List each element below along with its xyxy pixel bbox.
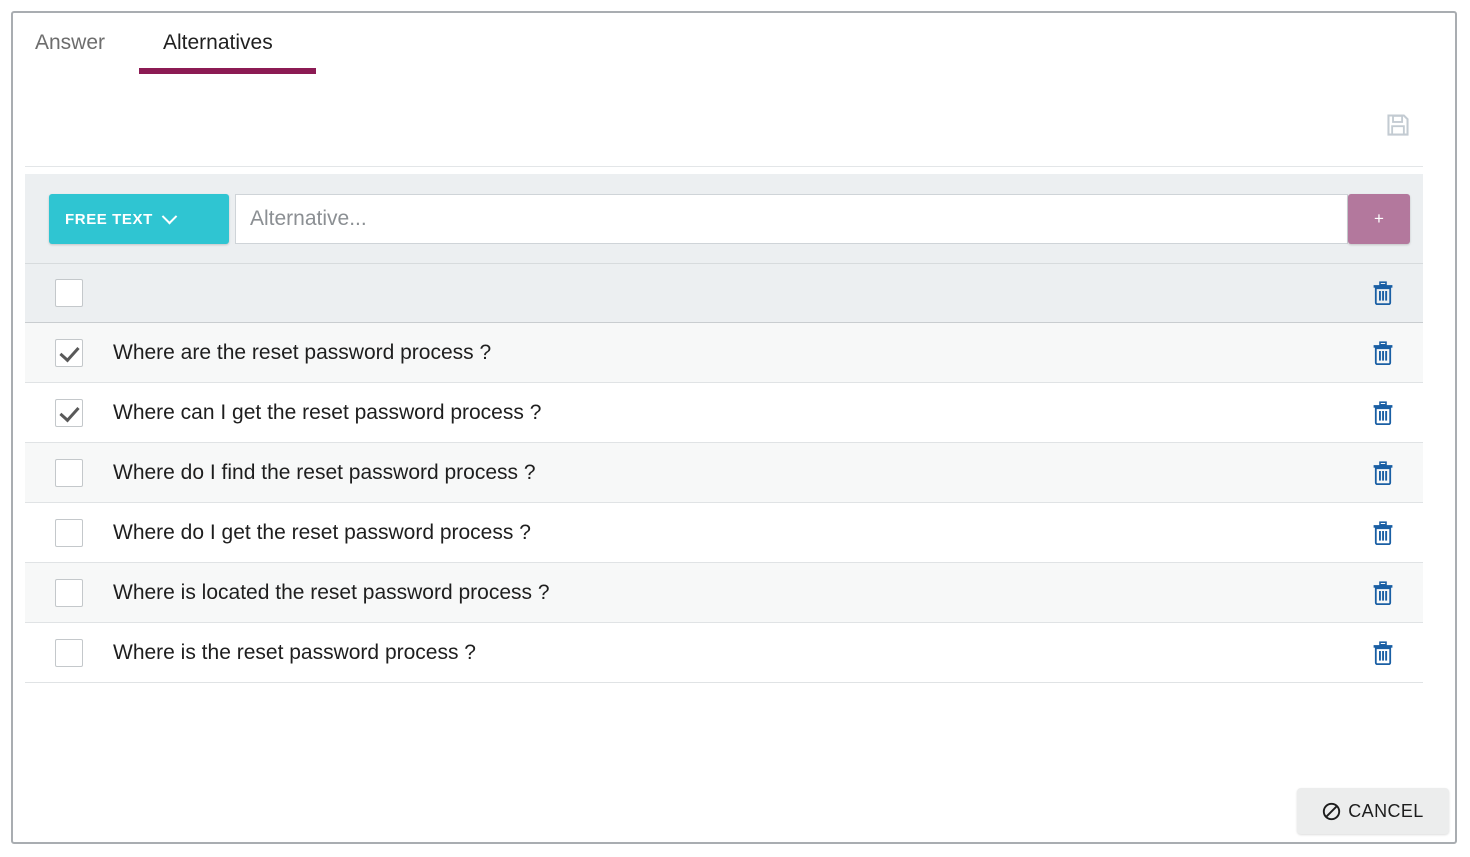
row-checkbox-cell <box>25 458 113 487</box>
trash-icon <box>1373 400 1393 425</box>
row-delete-cell <box>1343 460 1423 485</box>
table-row: Where is located the reset password proc… <box>25 563 1423 623</box>
row-checkbox[interactable] <box>55 338 83 367</box>
row-checkbox[interactable] <box>55 518 83 547</box>
cancel-button[interactable]: CANCEL <box>1297 788 1449 834</box>
delete-all-button[interactable] <box>1372 281 1394 306</box>
row-delete-cell <box>1343 400 1423 425</box>
trash-icon <box>1373 640 1393 665</box>
delete-row-button[interactable] <box>1372 400 1394 425</box>
alternative-text: Where do I find the reset password proce… <box>113 460 536 484</box>
trash-icon <box>1373 520 1393 545</box>
table-body: Where are the reset password process ? W… <box>25 323 1423 683</box>
row-delete-cell <box>1343 340 1423 365</box>
trash-icon <box>1373 460 1393 485</box>
row-checkbox-cell <box>25 638 113 667</box>
chevron-down-icon <box>161 208 178 224</box>
row-checkbox-cell <box>25 518 113 547</box>
delete-row-button[interactable] <box>1372 580 1394 605</box>
ban-icon <box>1323 802 1341 820</box>
alternative-input[interactable] <box>235 194 1348 244</box>
row-checkbox-cell <box>25 398 113 427</box>
row-delete-cell <box>1343 520 1423 545</box>
table-row: Where are the reset password process ? <box>25 323 1423 383</box>
delete-all-cell <box>1343 281 1423 306</box>
select-all-cell <box>25 279 113 307</box>
alternative-text: Where can I get the reset password proce… <box>113 400 542 424</box>
save-toolbar <box>25 85 1423 167</box>
tab-alternatives[interactable]: Alternatives <box>163 29 273 57</box>
active-tab-indicator <box>139 68 316 74</box>
tab-bar: Answer Alternatives <box>13 13 1455 85</box>
trash-icon <box>1373 580 1393 605</box>
cancel-label: CANCEL <box>1348 800 1424 821</box>
trash-icon <box>1373 340 1393 365</box>
table-header-row <box>25 263 1423 323</box>
delete-row-button[interactable] <box>1372 460 1394 485</box>
row-checkbox-cell <box>25 578 113 607</box>
alternative-text: Where is located the reset password proc… <box>113 580 550 604</box>
table-row: Where is the reset password process ? <box>25 623 1423 683</box>
alternative-text: Where is the reset password process ? <box>113 640 476 664</box>
add-alternative-toolbar: FREE TEXT + <box>25 174 1423 263</box>
select-all-checkbox[interactable] <box>55 279 83 307</box>
add-alternative-button[interactable]: + <box>1348 194 1410 244</box>
tab-answer[interactable]: Answer <box>35 29 105 57</box>
row-checkbox[interactable] <box>55 578 83 607</box>
row-checkbox[interactable] <box>55 458 83 487</box>
table-row: Where do I find the reset password proce… <box>25 443 1423 503</box>
alternative-text: Where are the reset password process ? <box>113 340 492 364</box>
row-delete-cell <box>1343 580 1423 605</box>
delete-row-button[interactable] <box>1372 520 1394 545</box>
alternative-text: Where do I get the reset password proces… <box>113 520 531 544</box>
table-row: Where can I get the reset password proce… <box>25 383 1423 443</box>
row-checkbox[interactable] <box>55 638 83 667</box>
row-checkbox-cell <box>25 338 113 367</box>
save-button[interactable] <box>1385 112 1411 138</box>
delete-row-button[interactable] <box>1372 340 1394 365</box>
save-floppy-icon <box>1387 114 1409 136</box>
delete-row-button[interactable] <box>1372 640 1394 665</box>
alternatives-card: Answer Alternatives FREE TEXT + <box>11 11 1457 844</box>
row-delete-cell <box>1343 640 1423 665</box>
trash-icon <box>1373 281 1393 306</box>
row-checkbox[interactable] <box>55 398 83 427</box>
alternative-type-select[interactable]: FREE TEXT <box>49 194 229 244</box>
alternative-type-label: FREE TEXT <box>65 210 153 228</box>
table-row: Where do I get the reset password proces… <box>25 503 1423 563</box>
alternatives-table: Where are the reset password process ? W… <box>25 263 1423 683</box>
